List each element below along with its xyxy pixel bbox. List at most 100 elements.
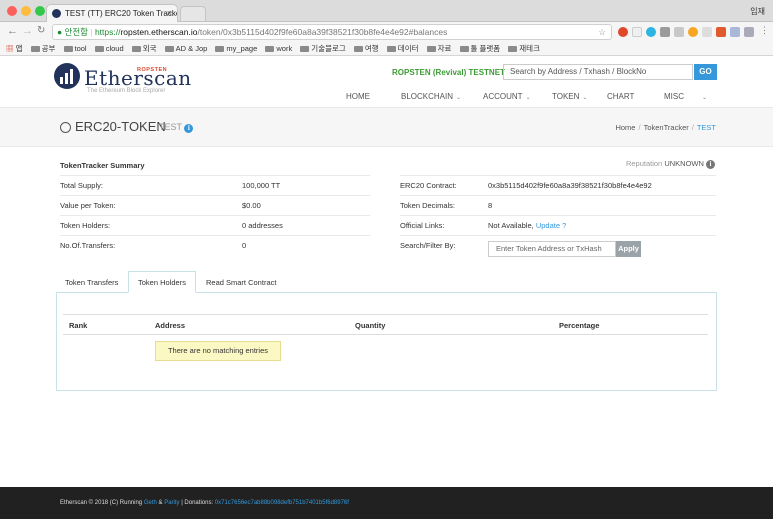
column-quantity[interactable]: Quantity <box>355 321 385 330</box>
search-input[interactable]: Search by Address / Txhash / BlockNo <box>503 64 693 80</box>
reputation: Reputation UNKNOWN i <box>626 159 715 169</box>
update-help-link[interactable]: ? <box>562 221 566 230</box>
info-icon[interactable]: i <box>184 124 194 133</box>
breadcrumb-current: TEST <box>696 123 716 132</box>
update-link[interactable]: Update <box>536 221 560 230</box>
profile-name[interactable]: 임재 <box>750 6 765 17</box>
bookmark-folder[interactable]: 툴 플랫폼 <box>459 42 500 55</box>
bookmark-folder[interactable]: work <box>265 42 292 55</box>
bookmark-folder[interactable]: 여행 <box>353 42 379 55</box>
row-label: Official Links: <box>400 221 445 230</box>
tab-title: TEST (TT) ERC20 Token Tracke <box>65 9 178 18</box>
nav-chart[interactable]: CHART <box>607 92 634 101</box>
extension-icon[interactable] <box>730 27 740 37</box>
browser-toolbar: ← → ↻ ● 안전함 | https://ropsten.etherscan.… <box>0 22 773 42</box>
parity-link[interactable]: Parity <box>164 500 179 506</box>
nav-blockchain[interactable]: BLOCKCHAIN ⌄ <box>401 92 461 101</box>
summary-row: ERC20 Contract: 0x3b5115d402f9fe60a8a39f… <box>400 175 716 195</box>
folder-icon <box>386 46 396 53</box>
reload-icon[interactable]: ↻ <box>37 25 45 36</box>
url-path: /token/0x3b5115d402f9fe60a8a39f38521f30b… <box>197 27 448 37</box>
summary-row: Total Supply: 100,000 TT <box>60 175 370 195</box>
bookmark-folder[interactable]: 자료 <box>426 42 451 55</box>
bookmark-folder[interactable]: 기술블로그 <box>300 42 346 55</box>
bookmark-apps[interactable]: ▦ 앱 <box>6 42 23 55</box>
bookmark-folder[interactable]: tool <box>63 42 87 55</box>
etherscan-logo-icon[interactable] <box>54 63 80 89</box>
token-icon <box>60 122 71 133</box>
folder-icon <box>300 46 310 53</box>
chevron-down-icon: ⌄ <box>582 95 588 101</box>
tab-token-transfers[interactable]: Token Transfers <box>65 278 118 287</box>
bookmark-folder[interactable]: 외국 <box>131 42 157 55</box>
column-address[interactable]: Address <box>155 321 185 330</box>
breadcrumb-home[interactable]: Home <box>615 123 635 132</box>
empty-table-message: There are no matching entries <box>155 341 281 361</box>
tab-close-icon[interactable]: × <box>167 5 172 22</box>
extension-icon[interactable] <box>646 27 656 37</box>
close-window-button[interactable] <box>7 6 17 16</box>
summary-row: Token Decimals: 8 <box>400 195 716 215</box>
bookmark-folder[interactable]: my_page <box>215 42 257 55</box>
breadcrumb-tokentracker[interactable]: TokenTracker <box>644 123 689 132</box>
reputation-value: UNKNOWN <box>664 159 704 168</box>
new-tab-button[interactable] <box>180 6 206 21</box>
folder-icon <box>353 46 363 53</box>
browser-tab[interactable]: TEST (TT) ERC20 Token Tracke × <box>46 4 178 23</box>
footer-copyright: Etherscan © 2018 (C) Running <box>60 500 143 506</box>
bookmark-star-icon[interactable]: ☆ <box>598 25 606 39</box>
bookmarks-bar: ▦ 앱 공부 tool cloud 외국 AD & Jop my_page wo… <box>0 42 773 56</box>
folder-icon <box>131 46 141 53</box>
folder-icon <box>94 46 104 53</box>
extension-icon[interactable] <box>688 27 698 37</box>
nav-account[interactable]: ACCOUNT ⌄ <box>483 92 531 101</box>
go-button[interactable]: GO <box>694 64 717 80</box>
summary-row: Official Links: Not Available, Update ? <box>400 215 716 235</box>
column-percentage[interactable]: Percentage <box>559 321 599 330</box>
nav-home[interactable]: HOME <box>346 92 370 101</box>
row-label: Search/Filter By: <box>400 241 456 250</box>
bookmark-folder[interactable]: 데이터 <box>386 42 419 55</box>
folder-icon <box>164 46 174 53</box>
nav-token[interactable]: TOKEN ⌄ <box>552 92 587 101</box>
extension-icon[interactable] <box>702 27 712 37</box>
folder-icon <box>30 46 40 53</box>
bookmark-folder[interactable]: AD & Jop <box>164 42 207 55</box>
folder-icon <box>508 46 518 53</box>
star-icon[interactable] <box>632 27 642 37</box>
extension-icon[interactable] <box>674 27 684 37</box>
column-rank[interactable]: Rank <box>69 321 87 330</box>
chevron-down-icon: ⌄ <box>456 95 462 101</box>
donations-label: | Donations: <box>181 500 214 506</box>
minimize-window-button[interactable] <box>21 6 31 16</box>
apply-button[interactable]: Apply <box>616 241 641 257</box>
forward-arrow-icon[interactable]: → <box>22 25 33 37</box>
nav-misc[interactable]: MISC ⌄ <box>664 92 707 101</box>
filter-icon[interactable] <box>744 27 754 37</box>
info-icon[interactable]: i <box>706 160 715 169</box>
row-label: Total Supply: <box>60 181 103 190</box>
extension-icon[interactable] <box>660 27 670 37</box>
table-header-rule <box>63 334 708 335</box>
filter-input[interactable]: Enter Token Address or TxHash <box>488 241 616 257</box>
back-arrow-icon[interactable]: ← <box>7 25 18 37</box>
summary-row: No.Of.Transfers: 0 <box>60 235 370 255</box>
extension-icon[interactable] <box>716 27 726 37</box>
contract-address-link[interactable]: 0x3b5115d402f9fe60a8a39f38521f30b8fe4e4e… <box>488 176 652 196</box>
bookmark-folder[interactable]: 공부 <box>30 42 55 55</box>
address-bar[interactable]: ● 안전함 | https://ropsten.etherscan.io/tok… <box>52 24 612 40</box>
tab-token-holders[interactable]: Token Holders <box>138 278 186 287</box>
donation-address-link[interactable]: 0x71c7656ec7ab88b098defb751b7401b5f6d897… <box>215 500 349 506</box>
geth-link[interactable]: Geth <box>144 500 157 506</box>
bookmark-folder[interactable]: cloud <box>94 42 124 55</box>
chevron-down-icon: ⌄ <box>702 95 708 101</box>
breadcrumb: Home / TokenTracker / TEST <box>615 123 716 132</box>
tab-read-contract[interactable]: Read Smart Contract <box>206 278 276 287</box>
token-holders-value: 0 addresses <box>242 221 283 230</box>
maximize-window-button[interactable] <box>35 6 45 16</box>
menu-dots-icon[interactable]: ⋮ <box>760 25 769 36</box>
bookmark-folder[interactable]: 재테크 <box>508 42 540 55</box>
extension-icon[interactable] <box>618 27 628 37</box>
row-label: Token Holders: <box>60 221 111 230</box>
testnet-label: ROPSTEN (Revival) TESTNET <box>392 68 505 77</box>
